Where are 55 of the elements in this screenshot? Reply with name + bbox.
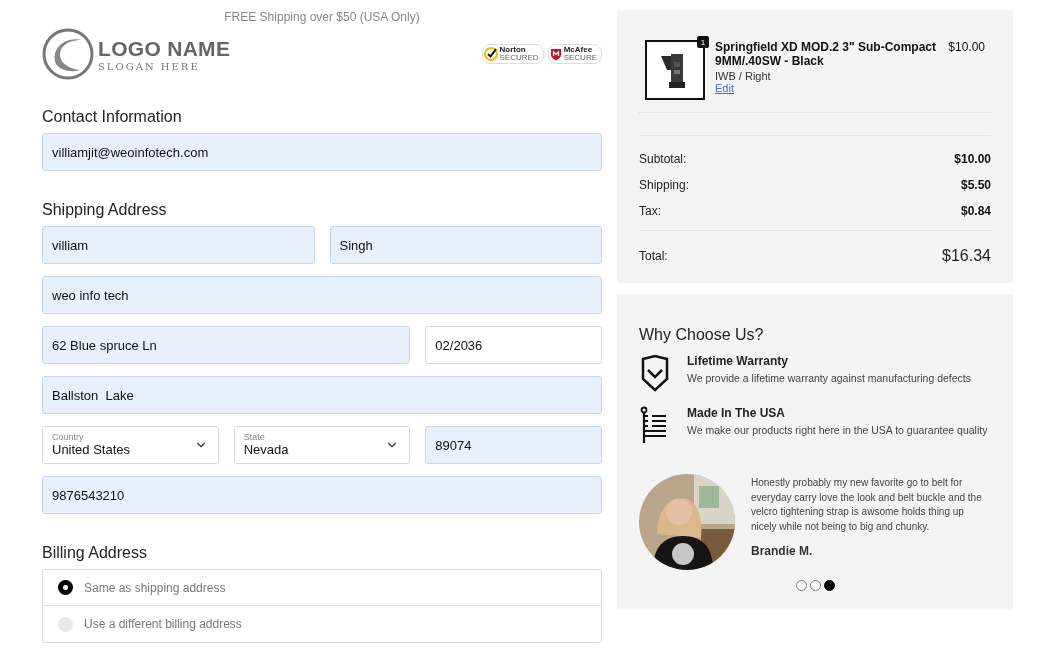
feature-description: We provide a lifetime warranty against manufacturing defects bbox=[687, 372, 972, 384]
summary-label: Shipping: bbox=[639, 178, 690, 192]
total-value: $16.34 bbox=[942, 247, 991, 265]
input-field[interactable]: villiam bbox=[42, 226, 315, 264]
badge-subtitle: SECURE bbox=[563, 54, 597, 62]
section-heading: Shipping Address bbox=[42, 201, 168, 219]
input-field[interactable]: 89074 bbox=[425, 426, 602, 464]
carousel-dot[interactable] bbox=[795, 580, 807, 591]
summary-value: $10.00 bbox=[954, 152, 991, 166]
carousel-dot[interactable] bbox=[823, 580, 835, 591]
quantity-badge: 1 bbox=[697, 36, 709, 48]
input-field[interactable]: Singh bbox=[329, 226, 602, 264]
field-label: Country bbox=[52, 432, 85, 443]
section-heading: Contact Information bbox=[42, 108, 183, 126]
shield-icon bbox=[549, 47, 562, 61]
shipping-note: FREE Shipping over $50 (USA Only) bbox=[223, 9, 421, 24]
radio-label[interactable]: Same as shipping address bbox=[84, 580, 226, 595]
product-name: Springfield XD MOD.2 3" Sub-Compact 9MM/.40SW - Black bbox=[715, 40, 938, 68]
product-price: $10.00 bbox=[948, 40, 985, 56]
logo-swirl-icon bbox=[42, 28, 94, 80]
summary-value: $5.50 bbox=[960, 178, 991, 192]
input-field[interactable]: 62 Blue spruce Ln bbox=[42, 326, 411, 364]
summary-label: Tax: bbox=[639, 204, 661, 218]
testimonial-author: Brandie M. bbox=[751, 544, 814, 558]
input-field[interactable]: Ballston Lake bbox=[42, 376, 602, 414]
total-label: Total: bbox=[639, 249, 668, 263]
feature-title: Made In The USA bbox=[687, 406, 786, 420]
testimonial-quote: Honestly probably my new favorite go to belt for everyday carry love the look and belt buckle and the velcro tightening strap is awsome holds thing up nicely while not being to big and chunky. bbox=[751, 476, 983, 534]
select-field[interactable]: State Nevada bbox=[233, 426, 411, 464]
select-field[interactable]: Country United States bbox=[42, 426, 219, 464]
carousel-dot[interactable] bbox=[809, 580, 821, 591]
input-field[interactable]: 02/2036 bbox=[425, 326, 602, 364]
input-field[interactable]: 9876543210 bbox=[42, 476, 602, 514]
section-heading: Billing Address bbox=[42, 544, 148, 562]
badge-subtitle: SECURED bbox=[499, 54, 539, 62]
logo-name: LOGO NAME bbox=[98, 36, 231, 61]
radio-button[interactable] bbox=[58, 580, 73, 595]
field-value: United States bbox=[52, 442, 131, 458]
field-value: Nevada bbox=[243, 442, 289, 458]
input-field[interactable]: weo info tech bbox=[42, 276, 602, 314]
edit-link[interactable]: Edit bbox=[715, 82, 734, 94]
field-label: State bbox=[243, 432, 266, 443]
badge-title: McAfee bbox=[563, 46, 594, 54]
badge-title: Norton bbox=[499, 46, 527, 54]
checkmark-icon bbox=[483, 47, 498, 61]
summary-label: Subtotal: bbox=[639, 152, 687, 166]
feature-description: We make our products right here in the USA to guarantee quality bbox=[687, 424, 988, 436]
radio-label[interactable]: Use a different billing address bbox=[84, 617, 242, 631]
summary-value: $0.84 bbox=[960, 204, 991, 218]
panel-heading: Why Choose Us? bbox=[639, 326, 765, 344]
feature-title: Lifetime Warranty bbox=[687, 354, 789, 368]
input-field[interactable]: villiamjit@weoinfotech.com bbox=[42, 133, 602, 171]
logo-slogan: SLOGAN HERE bbox=[98, 60, 201, 72]
product-variant: IWB / Right bbox=[715, 70, 772, 82]
shield-check-icon bbox=[639, 354, 671, 392]
